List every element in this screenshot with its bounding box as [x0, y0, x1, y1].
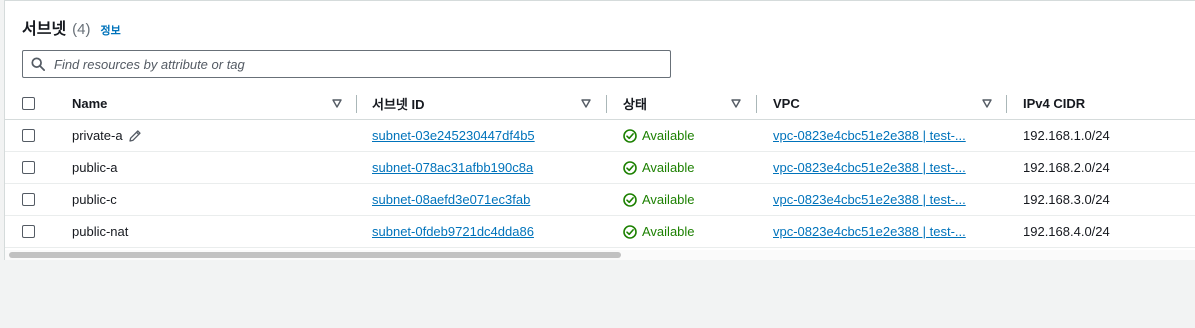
table-header-row: Name 서브넷 ID 상태 VPC IPv4 CIDR — [5, 88, 1195, 120]
cell-name: private-a — [72, 120, 342, 151]
status-indicator: Available — [623, 224, 695, 239]
vpc-link[interactable]: vpc-0823e4cbc51e2e388 | test-... — [773, 160, 966, 175]
caret-down-icon[interactable] — [581, 99, 591, 108]
column-header-status[interactable]: 상태 — [623, 88, 733, 119]
status-text: Available — [642, 224, 695, 239]
ipv4-cidr: 192.168.4.0/24 — [1023, 224, 1110, 239]
cell-status: Available — [623, 184, 753, 215]
row-select-cell — [22, 216, 35, 247]
row-checkbox[interactable] — [22, 129, 35, 142]
search-input[interactable] — [54, 56, 644, 72]
status-indicator: Available — [623, 192, 695, 207]
column-label-name: Name — [72, 96, 108, 111]
check-circle-icon — [623, 192, 637, 207]
column-header-ipv4-cidr[interactable]: IPv4 CIDR — [1023, 88, 1183, 119]
scrollbar-thumb[interactable] — [9, 252, 621, 258]
column-header-subnet-id[interactable]: 서브넷 ID — [372, 88, 582, 119]
search-icon — [31, 57, 45, 71]
column-header-name[interactable]: Name — [72, 88, 342, 119]
row-checkbox[interactable] — [22, 161, 35, 174]
horizontal-scrollbar[interactable] — [5, 250, 1195, 260]
info-link[interactable]: 정보 — [101, 22, 121, 38]
column-divider[interactable] — [756, 95, 757, 113]
subnet-id-link[interactable]: subnet-03e245230447df4b5 — [372, 128, 535, 143]
vpc-link[interactable]: vpc-0823e4cbc51e2e388 | test-... — [773, 128, 966, 143]
cell-subnet-id: subnet-08aefd3e071ec3fab — [372, 184, 592, 215]
subnets-table: Name 서브넷 ID 상태 VPC IPv4 CIDR private-a s… — [5, 88, 1195, 248]
page-title: 서브넷 — [22, 21, 67, 38]
check-circle-icon — [623, 224, 637, 239]
column-label-status: 상태 — [623, 97, 647, 112]
column-divider[interactable] — [356, 95, 357, 113]
cell-subnet-id: subnet-0fdeb9721dc4dda86 — [372, 216, 592, 247]
subnet-count: (4) — [72, 21, 91, 38]
column-divider[interactable] — [1006, 95, 1007, 113]
column-label-subnet-id: 서브넷 ID — [372, 97, 425, 112]
table-row[interactable]: public-c subnet-08aefd3e071ec3fab Availa… — [5, 184, 1195, 216]
status-text: Available — [642, 128, 695, 143]
status-indicator: Available — [623, 128, 695, 143]
row-select-cell — [22, 184, 35, 215]
ipv4-cidr: 192.168.2.0/24 — [1023, 160, 1110, 175]
panel-header: 서브넷 (4) 정보 — [22, 15, 121, 38]
cell-name: public-nat — [72, 216, 342, 247]
ipv4-cidr: 192.168.3.0/24 — [1023, 192, 1110, 207]
cell-name: public-c — [72, 184, 342, 215]
status-text: Available — [642, 192, 695, 207]
subnet-name: public-a — [72, 160, 118, 175]
subnets-panel: 서브넷 (4) 정보 Name 서브넷 ID 상태 — [4, 0, 1195, 260]
row-checkbox[interactable] — [22, 225, 35, 238]
vpc-link[interactable]: vpc-0823e4cbc51e2e388 | test-... — [773, 192, 966, 207]
cell-vpc: vpc-0823e4cbc51e2e388 | test-... — [773, 152, 993, 183]
row-select-cell — [22, 120, 35, 151]
row-select-cell — [22, 152, 35, 183]
ipv4-cidr: 192.168.1.0/24 — [1023, 128, 1110, 143]
column-label-ipv4-cidr: IPv4 CIDR — [1023, 96, 1086, 111]
check-circle-icon — [623, 128, 637, 143]
cell-ipv4-cidr: 192.168.4.0/24 — [1023, 216, 1183, 247]
select-all-cell — [22, 88, 35, 119]
column-header-vpc[interactable]: VPC — [773, 88, 973, 119]
cell-ipv4-cidr: 192.168.2.0/24 — [1023, 152, 1183, 183]
cell-subnet-id: subnet-078ac31afbb190c8a — [372, 152, 592, 183]
column-divider[interactable] — [606, 95, 607, 113]
cell-status: Available — [623, 152, 753, 183]
column-label-vpc: VPC — [773, 96, 800, 111]
subnet-name: private-a — [72, 128, 123, 143]
cell-status: Available — [623, 120, 753, 151]
row-checkbox[interactable] — [22, 193, 35, 206]
vpc-link[interactable]: vpc-0823e4cbc51e2e388 | test-... — [773, 224, 966, 239]
cell-vpc: vpc-0823e4cbc51e2e388 | test-... — [773, 120, 993, 151]
subnet-id-link[interactable]: subnet-08aefd3e071ec3fab — [372, 192, 530, 207]
status-text: Available — [642, 160, 695, 175]
caret-down-icon[interactable] — [332, 99, 342, 108]
cell-vpc: vpc-0823e4cbc51e2e388 | test-... — [773, 184, 993, 215]
status-indicator: Available — [623, 160, 695, 175]
cell-ipv4-cidr: 192.168.1.0/24 — [1023, 120, 1183, 151]
check-circle-icon — [623, 160, 637, 175]
search-box[interactable] — [22, 50, 671, 78]
subnet-name: public-nat — [72, 224, 129, 239]
table-row[interactable]: private-a subnet-03e245230447df4b5 Avail… — [5, 120, 1195, 152]
cell-vpc: vpc-0823e4cbc51e2e388 | test-... — [773, 216, 993, 247]
cell-ipv4-cidr: 192.168.3.0/24 — [1023, 184, 1183, 215]
cell-status: Available — [623, 216, 753, 247]
caret-down-icon[interactable] — [982, 99, 992, 108]
caret-down-icon[interactable] — [731, 99, 741, 108]
cell-subnet-id: subnet-03e245230447df4b5 — [372, 120, 592, 151]
select-all-checkbox[interactable] — [22, 97, 35, 110]
subnet-name: public-c — [72, 192, 117, 207]
subnet-id-link[interactable]: subnet-0fdeb9721dc4dda86 — [372, 224, 534, 239]
table-body: private-a subnet-03e245230447df4b5 Avail… — [5, 120, 1195, 248]
pencil-icon[interactable] — [128, 129, 142, 143]
subnet-id-link[interactable]: subnet-078ac31afbb190c8a — [372, 160, 533, 175]
table-row[interactable]: public-nat subnet-0fdeb9721dc4dda86 Avai… — [5, 216, 1195, 248]
table-row[interactable]: public-a subnet-078ac31afbb190c8a Availa… — [5, 152, 1195, 184]
cell-name: public-a — [72, 152, 342, 183]
